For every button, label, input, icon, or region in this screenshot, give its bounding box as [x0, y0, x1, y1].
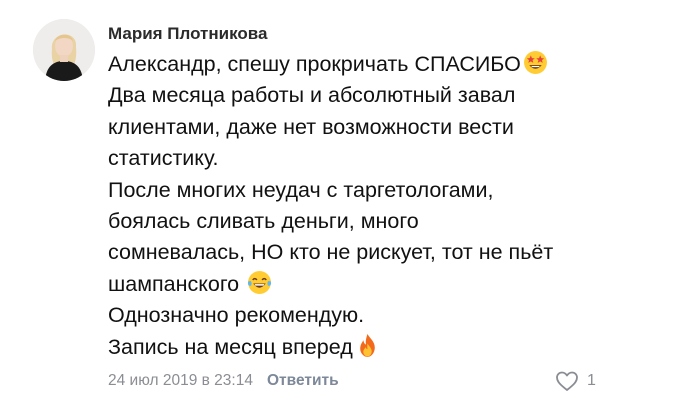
- heart-outline-icon: [556, 371, 578, 391]
- comment-line-text: шампанского: [108, 271, 240, 296]
- comment-line: шампанского: [108, 269, 668, 300]
- comment-footer: 24 июл 2019 в 23:14 Ответить: [108, 371, 339, 391]
- like-count: 1: [587, 372, 596, 389]
- comment-line: Александр, спешу прокричать СПАСИБО: [108, 49, 668, 80]
- avatar[interactable]: [33, 19, 95, 81]
- comment-line-text: Александр, спешу прокричать СПАСИБО: [108, 52, 521, 76]
- comment-line: боялась сливать деньги, много: [108, 209, 419, 234]
- tears-of-joy-emoji-icon: [247, 270, 272, 295]
- fire-emoji-icon: [355, 333, 380, 358]
- comment-line: После многих неудач с таргетологами,: [108, 177, 494, 202]
- comment-line-text: Запись на месяц вперед: [108, 334, 353, 359]
- comment-line: Запись на месяц вперед: [108, 332, 668, 363]
- comment-line: Однозначно рекомендую.: [108, 303, 365, 328]
- reply-button[interactable]: Ответить: [267, 372, 339, 389]
- comment-date[interactable]: 24 июл 2019 в 23:14: [108, 372, 253, 389]
- comment-line: клиентами, даже нет возможности вести: [108, 114, 514, 139]
- author-name[interactable]: Мария Плотникова: [108, 23, 267, 45]
- comment-text: Александр, спешу прокричать СПАСИБО Два …: [108, 49, 668, 363]
- comment: Мария Плотникова Александр, спешу прокри…: [0, 0, 682, 415]
- comment-line: статистику.: [108, 146, 219, 171]
- comment-line: сомневалась, НО кто не рискует, тот не п…: [108, 240, 554, 265]
- comment-line: Два месяца работы и абсолютный завал: [108, 83, 516, 108]
- like-button[interactable]: 1: [555, 370, 596, 392]
- star-struck-emoji-icon: [523, 50, 548, 75]
- avatar-photo: [33, 19, 95, 81]
